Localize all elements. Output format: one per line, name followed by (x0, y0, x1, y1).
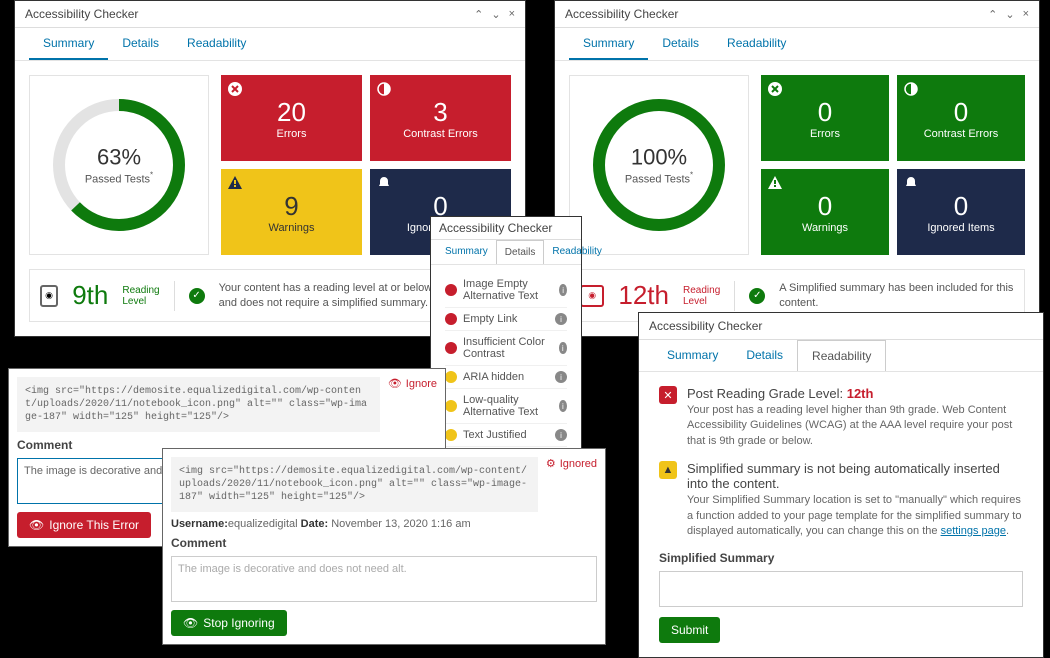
gear-icon: ⚙ (546, 457, 556, 470)
tab-readability[interactable]: Readability (173, 28, 260, 60)
card-ignored[interactable]: 0Ignored Items (897, 169, 1025, 255)
bell-icon (903, 175, 919, 191)
passed-tests-gauge: 63%Passed Tests* (29, 75, 209, 255)
detail-text: ARIA hidden (463, 371, 524, 383)
simplified-summary-input[interactable] (659, 571, 1023, 607)
detail-row[interactable]: ARIA hidden i (445, 366, 567, 389)
card-errors[interactable]: 20Errors (221, 75, 362, 161)
comment-readonly: The image is decorative and does not nee… (171, 556, 597, 602)
detail-text: Insufficient Color Contrast (463, 336, 553, 360)
chevron-up-icon[interactable]: ⌃ (474, 8, 483, 21)
detail-row[interactable]: Text Justified i (445, 424, 567, 447)
tab-details[interactable]: Details (496, 240, 545, 264)
reading-level-icon: ◉ (40, 285, 58, 307)
chevron-down-icon[interactable]: ⌄ (491, 8, 500, 21)
detail-text: Empty Link (463, 313, 517, 325)
gauge-percent: 63% (85, 145, 153, 171)
ignore-meta: Username:equalizedigital Date: November … (171, 518, 597, 530)
tab-summary[interactable]: Summary (437, 240, 496, 264)
check-icon: ✓ (749, 288, 765, 304)
passed-tests-gauge: 100%Passed Tests* (569, 75, 749, 255)
chevron-down-icon[interactable]: ⌄ (1005, 8, 1014, 21)
stop-ignoring-button[interactable]: 👁Stop Ignoring (171, 610, 287, 636)
eye-slash-icon: 👁 (388, 377, 402, 390)
status-dot (445, 313, 457, 325)
check-icon: ✓ (189, 288, 205, 304)
close-icon[interactable]: × (509, 8, 515, 21)
panel-title: Accessibility Checker (565, 7, 678, 21)
summary-alert-title: Simplified summary is not being automati… (687, 461, 1023, 491)
x-circle-icon (227, 81, 243, 97)
info-icon[interactable]: i (555, 313, 567, 325)
info-icon[interactable]: i (559, 284, 567, 296)
simplified-summary-label: Simplified Summary (659, 551, 1023, 565)
code-snippet: <img src="https://demosite.equalizedigit… (17, 377, 380, 432)
detail-row[interactable]: Empty Link i (445, 308, 567, 331)
panel-title: Accessibility Checker (649, 319, 762, 333)
panel-title: Accessibility Checker (439, 221, 552, 235)
status-dot (445, 371, 457, 383)
panel-title: Accessibility Checker (25, 7, 138, 21)
card-contrast[interactable]: 0Contrast Errors (897, 75, 1025, 161)
ignored-badge: ⚙Ignored (546, 457, 597, 470)
detail-text: Text Justified (463, 429, 527, 441)
submit-button[interactable]: Submit (659, 617, 720, 643)
code-snippet: <img src="https://demosite.equalizedigit… (171, 457, 538, 512)
status-dot (445, 284, 457, 296)
tab-readability[interactable]: Readability (544, 240, 609, 264)
contrast-icon (903, 81, 919, 97)
detail-row[interactable]: Low-quality Alternative Text i (445, 389, 567, 424)
ignore-toggle[interactable]: 👁Ignore (388, 377, 437, 390)
x-circle-icon (767, 81, 783, 97)
detail-text: Image Empty Alternative Text (463, 278, 553, 302)
status-dot (445, 429, 457, 441)
card-warnings[interactable]: 9Warnings (221, 169, 362, 255)
eye-icon: 👁 (183, 616, 198, 630)
reading-grade-label: ReadingLevel (683, 285, 720, 307)
tab-readability[interactable]: Readability (797, 340, 886, 371)
comment-label: Comment (171, 536, 597, 550)
close-icon[interactable]: × (1023, 8, 1029, 21)
ignore-error-button[interactable]: 👁Ignore This Error (17, 512, 151, 538)
detail-row[interactable]: Image Empty Alternative Text i (445, 273, 567, 308)
reading-grade: 12th (618, 280, 669, 311)
warning-icon: ▲ (659, 461, 677, 479)
reading-level-icon: ◉ (580, 285, 604, 307)
tab-summary[interactable]: Summary (653, 340, 732, 371)
reading-grade: 9th (72, 280, 108, 311)
tab-summary[interactable]: Summary (29, 28, 108, 60)
tab-details[interactable]: Details (732, 340, 797, 371)
status-dot (445, 342, 457, 354)
info-icon[interactable]: i (559, 400, 567, 412)
tab-summary[interactable]: Summary (569, 28, 648, 60)
info-icon[interactable]: i (555, 371, 567, 383)
info-icon[interactable]: i (555, 429, 567, 441)
card-errors[interactable]: 0Errors (761, 75, 889, 161)
reading-grade-label: ReadingLevel (122, 285, 159, 307)
bell-icon (376, 175, 392, 191)
status-dot (445, 400, 457, 412)
eye-slash-icon: 👁 (29, 518, 44, 532)
tab-readability[interactable]: Readability (713, 28, 800, 60)
tab-details[interactable]: Details (108, 28, 173, 60)
detail-row[interactable]: Insufficient Color Contrast i (445, 331, 567, 366)
chevron-up-icon[interactable]: ⌃ (988, 8, 997, 21)
detail-text: Low-quality Alternative Text (463, 394, 553, 418)
contrast-icon (376, 81, 392, 97)
tab-details[interactable]: Details (648, 28, 713, 60)
settings-link[interactable]: settings page (941, 525, 1006, 537)
warning-icon (767, 175, 783, 191)
warning-icon (227, 175, 243, 191)
x-icon: ✕ (659, 386, 677, 404)
reading-level-alert-title: Post Reading Grade Level: 12th (687, 386, 1023, 401)
card-contrast[interactable]: 3Contrast Errors (370, 75, 511, 161)
info-icon[interactable]: i (559, 342, 568, 354)
card-warnings[interactable]: 0Warnings (761, 169, 889, 255)
